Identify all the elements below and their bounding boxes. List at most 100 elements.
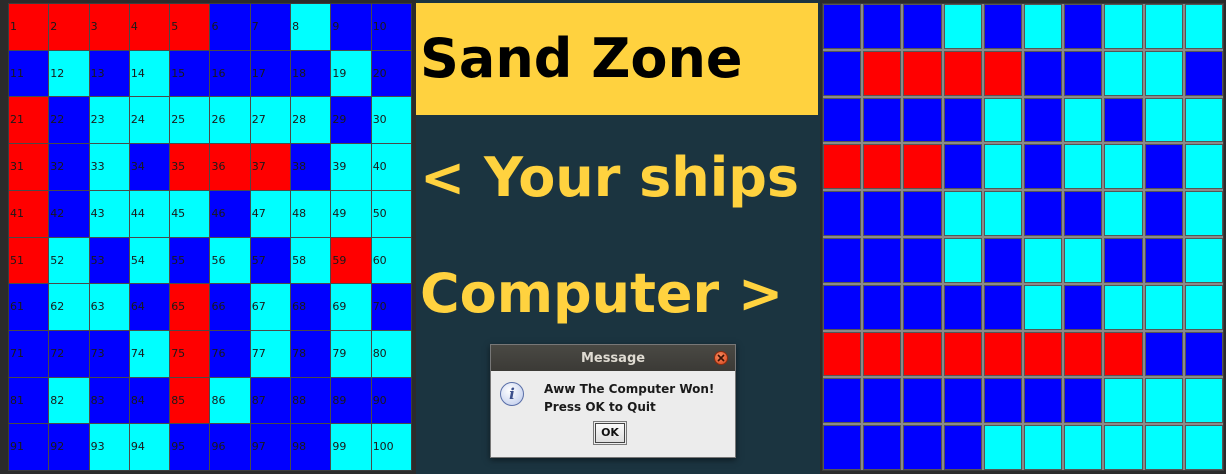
player-cell[interactable]: 44 [129,190,170,237]
player-cell[interactable]: 96 [210,424,250,470]
computer-cell[interactable] [823,284,862,330]
computer-cell[interactable] [943,191,982,236]
player-cell[interactable]: 64 [129,284,170,330]
player-cell[interactable]: 84 [129,377,170,424]
computer-cell[interactable] [983,191,1022,236]
computer-cell[interactable] [983,4,1022,49]
computer-cell[interactable] [1064,331,1103,377]
computer-cell[interactable] [943,4,982,49]
player-cell[interactable]: 40 [371,144,411,190]
computer-cell[interactable] [903,191,942,236]
computer-cell[interactable] [863,4,902,49]
computer-cell[interactable] [863,50,902,96]
player-cell[interactable]: 92 [49,424,89,470]
computer-cell[interactable] [1024,191,1063,236]
player-cell[interactable]: 41 [9,190,49,237]
player-cell[interactable]: 81 [9,377,49,424]
close-icon[interactable] [714,351,728,365]
player-cell[interactable]: 83 [89,377,129,424]
computer-cell[interactable] [1024,237,1063,283]
computer-cell[interactable] [1024,331,1063,377]
player-cell[interactable]: 21 [9,97,49,144]
player-cell[interactable]: 32 [49,144,89,190]
player-cell[interactable]: 91 [9,424,49,470]
computer-cell[interactable] [1064,237,1103,283]
player-cell[interactable]: 71 [9,330,49,377]
player-cell[interactable]: 87 [250,377,291,424]
computer-cell[interactable] [1184,50,1223,96]
player-cell[interactable]: 9 [331,4,371,50]
player-cell[interactable]: 35 [170,144,210,190]
player-cell[interactable]: 33 [89,144,129,190]
player-cell[interactable]: 24 [129,97,170,144]
computer-cell[interactable] [863,284,902,330]
computer-cell[interactable] [983,425,1022,470]
player-cell[interactable]: 45 [170,190,210,237]
player-cell[interactable]: 60 [371,237,411,284]
computer-cell[interactable] [1144,378,1183,424]
computer-cell[interactable] [1064,4,1103,49]
player-cell[interactable]: 80 [371,330,411,377]
player-cell[interactable]: 3 [89,4,129,50]
player-cell[interactable]: 37 [250,144,291,190]
player-cell[interactable]: 50 [371,190,411,237]
computer-cell[interactable] [943,50,982,96]
player-cell[interactable]: 22 [49,97,89,144]
player-cell[interactable]: 15 [170,50,210,97]
player-cell[interactable]: 19 [331,50,371,97]
computer-cell[interactable] [983,144,1022,190]
computer-cell[interactable] [823,237,862,283]
player-cell[interactable]: 88 [291,377,331,424]
computer-cell[interactable] [943,97,982,143]
computer-cell[interactable] [1104,284,1143,330]
player-cell[interactable]: 97 [250,424,291,470]
computer-cell[interactable] [1144,97,1183,143]
player-cell[interactable]: 10 [371,4,411,50]
player-cell[interactable]: 73 [89,330,129,377]
computer-cell[interactable] [1184,331,1223,377]
computer-cell[interactable] [863,425,902,470]
computer-cell[interactable] [983,284,1022,330]
player-cell[interactable]: 5 [170,4,210,50]
player-cell[interactable]: 75 [170,330,210,377]
computer-cell[interactable] [903,97,942,143]
computer-cell[interactable] [1184,97,1223,143]
player-cell[interactable]: 89 [331,377,371,424]
player-cell[interactable]: 48 [291,190,331,237]
computer-cell[interactable] [823,4,862,49]
computer-cell[interactable] [1064,144,1103,190]
player-cell[interactable]: 69 [331,284,371,330]
computer-cell[interactable] [823,331,862,377]
computer-cell[interactable] [1184,144,1223,190]
computer-cell[interactable] [863,331,902,377]
player-cell[interactable]: 98 [291,424,331,470]
computer-cell[interactable] [1064,378,1103,424]
player-cell[interactable]: 4 [129,4,170,50]
computer-cell[interactable] [823,97,862,143]
player-cell[interactable]: 70 [371,284,411,330]
computer-cell[interactable] [863,237,902,283]
player-cell[interactable]: 7 [250,4,291,50]
computer-cell[interactable] [983,378,1022,424]
computer-cell[interactable] [1024,425,1063,470]
player-cell[interactable]: 100 [371,424,411,470]
computer-cell[interactable] [903,50,942,96]
computer-cell[interactable] [863,378,902,424]
computer-cell[interactable] [943,284,982,330]
computer-cell[interactable] [1184,378,1223,424]
computer-cell[interactable] [1144,425,1183,470]
player-cell[interactable]: 6 [210,4,250,50]
player-cell[interactable]: 13 [89,50,129,97]
computer-cell[interactable] [1064,425,1103,470]
computer-cell[interactable] [1144,144,1183,190]
player-cell[interactable]: 17 [250,50,291,97]
computer-cell[interactable] [903,284,942,330]
player-cell[interactable]: 67 [250,284,291,330]
player-cell[interactable]: 93 [89,424,129,470]
computer-cell[interactable] [903,4,942,49]
computer-cell[interactable] [943,425,982,470]
player-cell[interactable]: 12 [49,50,89,97]
computer-cell[interactable] [823,50,862,96]
computer-cell[interactable] [1144,284,1183,330]
computer-cell[interactable] [1144,50,1183,96]
